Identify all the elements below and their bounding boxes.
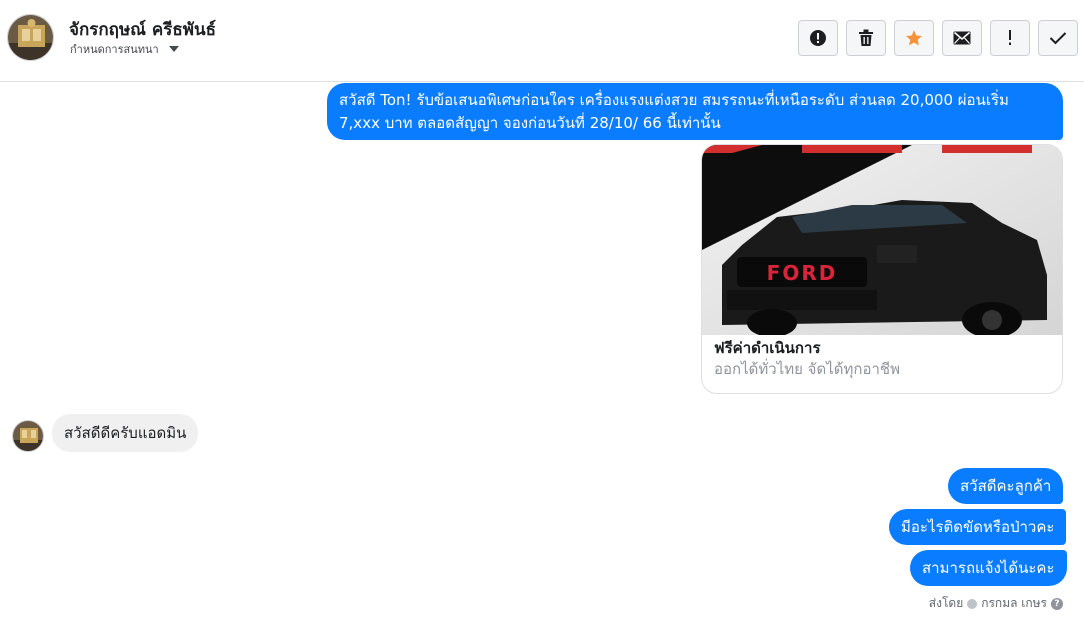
contact-avatar[interactable] bbox=[7, 14, 54, 61]
delete-button[interactable] bbox=[846, 20, 886, 56]
conversation-header: จักรกฤษณ์ ครีธพันธ์ กำหนดการสนทนา bbox=[0, 0, 1084, 82]
outgoing-message-reply-3: สามารถแจ้งได้นะคะ bbox=[910, 550, 1067, 586]
user-dot-icon bbox=[967, 598, 978, 609]
report-button[interactable] bbox=[798, 20, 838, 56]
trash-icon bbox=[859, 29, 873, 46]
help-icon[interactable]: ? bbox=[1051, 597, 1063, 610]
truck-image[interactable]: FORD bbox=[702, 145, 1062, 338]
star-button[interactable] bbox=[894, 20, 934, 56]
product-card[interactable]: FORD ฟรีค่าดำเนินการ ออกได้ทั่วไทย จัดได… bbox=[701, 144, 1063, 394]
contact-avatar-small[interactable] bbox=[12, 420, 44, 452]
mark-unread-button[interactable] bbox=[942, 20, 982, 56]
assign-conversation-dropdown[interactable]: กำหนดการสนทนา bbox=[70, 40, 179, 58]
header-actions bbox=[798, 20, 1078, 56]
mark-done-button[interactable] bbox=[1038, 20, 1078, 56]
incoming-message: สวัสดีดีครับแอดมิน bbox=[52, 414, 199, 452]
ford-grille-text: FORD bbox=[767, 261, 838, 285]
caret-down-icon bbox=[168, 46, 179, 52]
sent-by-name: กรกมล เกษร bbox=[981, 596, 1047, 610]
sent-by-label: ส่งโดย bbox=[928, 596, 964, 610]
star-icon bbox=[905, 30, 923, 46]
envelope-icon bbox=[953, 31, 971, 45]
contact-name[interactable]: จักรกฤษณ์ ครีธพันธ์ bbox=[69, 16, 216, 43]
alert-circle-icon bbox=[810, 30, 826, 46]
checkmark-icon bbox=[1049, 32, 1067, 45]
exclamation-icon bbox=[1009, 30, 1011, 45]
card-subtitle: ออกได้ทั่วไทย จัดได้ทุกอาชีพ bbox=[714, 360, 900, 378]
assign-label: กำหนดการสนทนา bbox=[70, 43, 159, 56]
outgoing-message-promo: สวัสดี Ton! รับข้อเสนอพิเศษก่อนใคร เครื่… bbox=[327, 83, 1063, 140]
sent-by-info: ส่งโดย กรกมล เกษร ? bbox=[929, 594, 1063, 613]
outgoing-message-reply-1: สวัสดีคะลูกค้า bbox=[948, 468, 1064, 504]
follow-up-button[interactable] bbox=[990, 20, 1030, 56]
outgoing-message-reply-2: มีอะไรติดขัดหรือป่าวคะ bbox=[889, 509, 1067, 545]
